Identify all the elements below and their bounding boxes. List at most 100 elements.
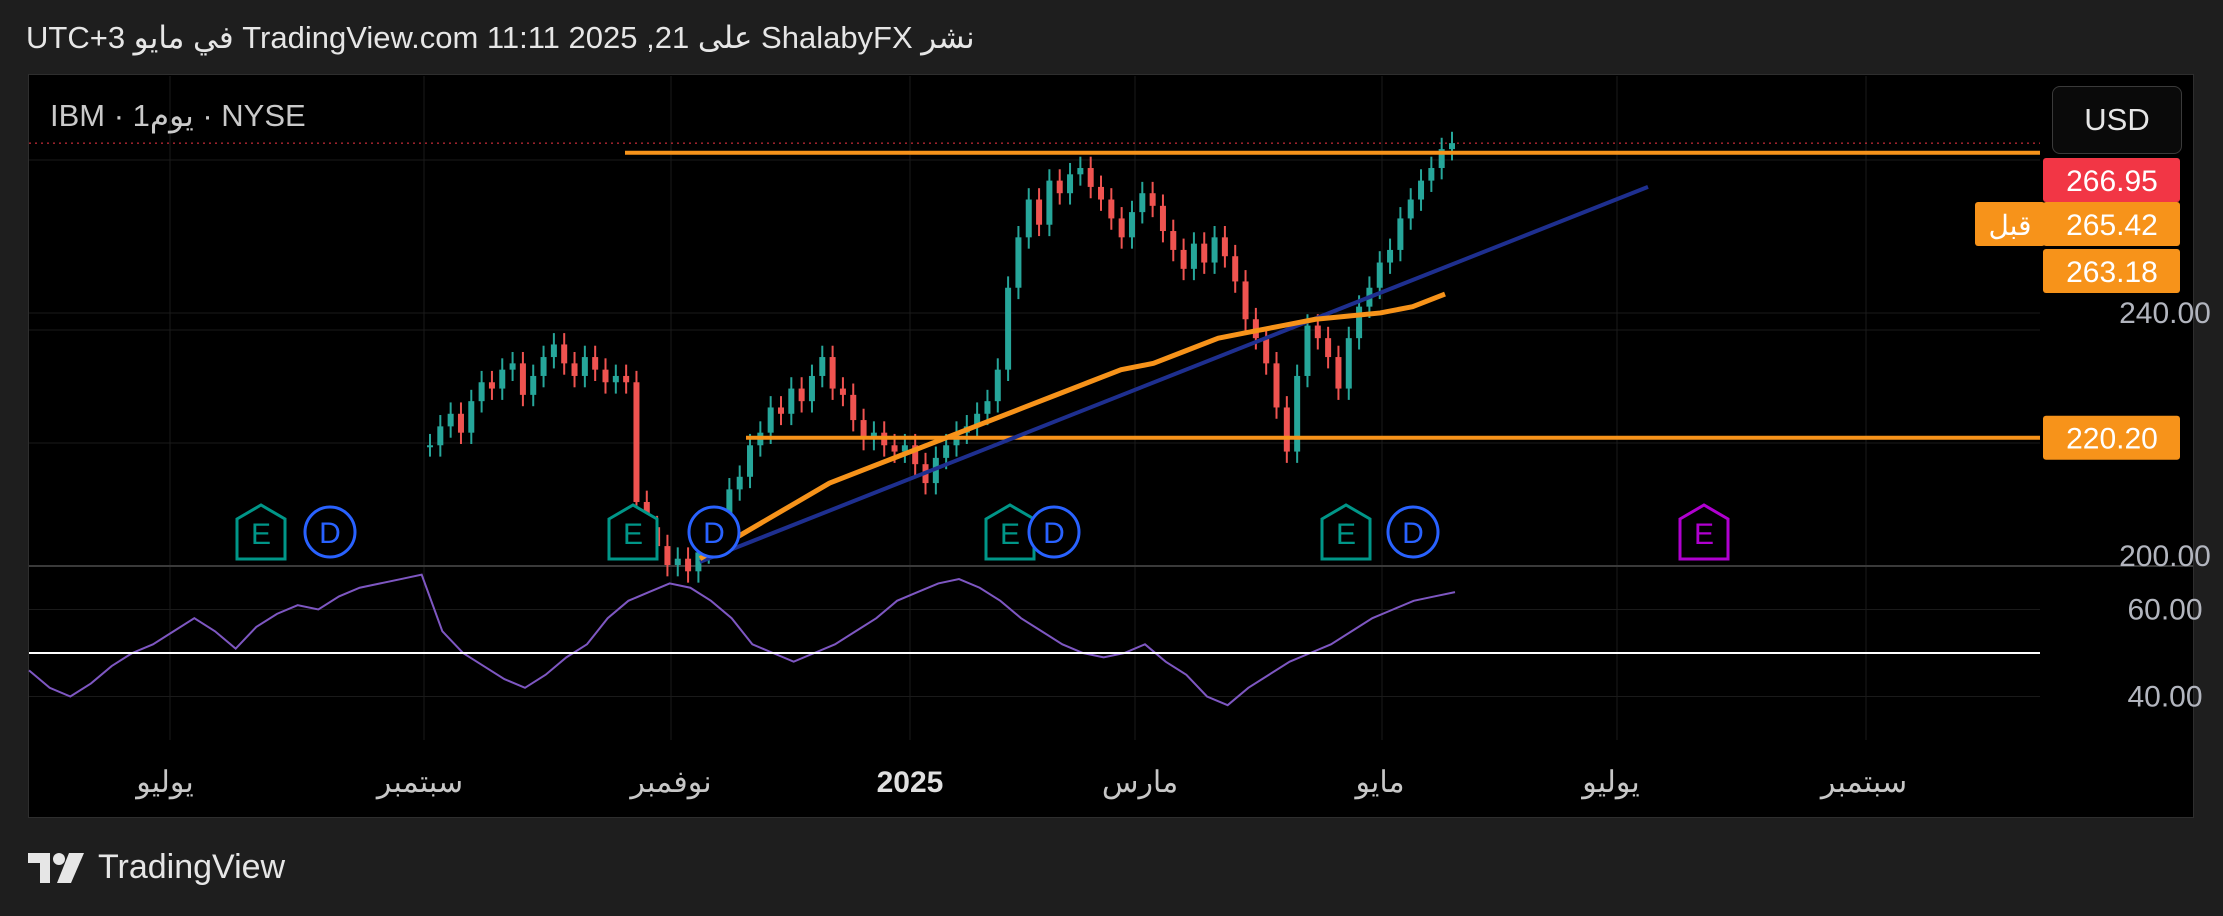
- candle-body: [1098, 186, 1105, 200]
- candle-body: [550, 344, 557, 358]
- candle-body: [1335, 357, 1342, 389]
- earnings-event-label: E: [1000, 518, 1020, 551]
- candle-body: [1046, 180, 1053, 225]
- earnings-event-label: E: [1694, 518, 1714, 551]
- dividend-event-label: D: [703, 517, 725, 550]
- candle-body: [602, 369, 609, 383]
- candle-body: [777, 407, 784, 414]
- candle-body: [561, 344, 568, 364]
- time-axis-label: مارس: [1102, 766, 1178, 800]
- candle-body: [1015, 237, 1022, 288]
- candle-body: [1263, 338, 1270, 364]
- time-axis-label: مايو: [1353, 766, 1404, 800]
- candle-body: [943, 445, 950, 458]
- rsi-axis-label: 60.00: [2127, 594, 2202, 627]
- candle-body: [1232, 256, 1239, 282]
- candlestick-chart[interactable]: E D E D E D E D E240.00200.0060.0040.00266.95265…: [0, 0, 2223, 916]
- candle-body: [581, 357, 588, 376]
- candle-body: [1139, 193, 1146, 213]
- candle-body: [1418, 180, 1425, 200]
- candle-body: [767, 407, 774, 433]
- candle-body: [571, 363, 578, 376]
- dividend-event-label: D: [319, 517, 341, 550]
- candle-body: [1449, 143, 1455, 150]
- time-axis-label: سبتمبر: [375, 766, 463, 800]
- candle-body: [437, 426, 444, 446]
- candle-body: [1159, 205, 1166, 232]
- rsi-line: [28, 573, 1456, 707]
- candle-body: [1211, 237, 1218, 263]
- candle-body: [685, 558, 692, 572]
- price-badge-tag-label: قبل: [1988, 210, 2031, 241]
- candle-body: [736, 476, 743, 490]
- tradingview-logo[interactable]: TradingView: [28, 848, 285, 887]
- candle-body: [1067, 174, 1074, 194]
- candle-body: [1087, 168, 1094, 187]
- candle-body: [1387, 249, 1394, 263]
- candle-body: [850, 394, 857, 421]
- candle-body: [664, 546, 671, 565]
- candle-body: [1025, 199, 1032, 238]
- candle-body: [540, 357, 547, 376]
- candle-body: [1005, 287, 1012, 370]
- price-badge-value: 265.42: [2066, 209, 2158, 242]
- candle-body: [1407, 199, 1414, 219]
- candle-body: [1036, 199, 1043, 225]
- candle-body: [829, 357, 836, 389]
- candle-body: [1356, 306, 1363, 339]
- candle-body: [1077, 168, 1084, 175]
- earnings-event-label: E: [623, 518, 643, 551]
- time-axis-label: سبتمبر: [1819, 766, 1907, 800]
- earnings-event-label: E: [1336, 518, 1356, 551]
- candle-body: [612, 375, 619, 383]
- candle-body: [1108, 199, 1115, 219]
- dividend-event-label: D: [1402, 517, 1424, 550]
- candle-body: [1221, 237, 1228, 257]
- candle-body: [592, 357, 599, 370]
- candle-body: [1118, 218, 1125, 238]
- candle-body: [1314, 325, 1321, 339]
- candle-body: [1149, 193, 1156, 206]
- price-axis-label: 200.00: [2119, 540, 2211, 573]
- candle-body: [478, 382, 485, 402]
- candle-body: [1397, 218, 1404, 250]
- candle-body: [519, 363, 526, 395]
- tradingview-logo-icon: [28, 852, 84, 883]
- candle-body: [891, 445, 898, 452]
- candle-body: [623, 375, 630, 383]
- earnings-event-label: E: [251, 518, 271, 551]
- candle-body: [1242, 281, 1249, 320]
- candle-body: [1345, 338, 1352, 389]
- candle-body: [1128, 212, 1135, 238]
- candle-body: [427, 445, 433, 448]
- candle-body: [1294, 375, 1301, 452]
- time-axis-label: 2025: [877, 766, 944, 799]
- candle-body: [994, 369, 1001, 402]
- candle-body: [1056, 180, 1063, 194]
- candle-body: [798, 388, 805, 402]
- candle-body: [1325, 338, 1332, 358]
- candle-body: [1283, 407, 1290, 452]
- candle-body: [1201, 243, 1208, 263]
- candle-body: [1180, 249, 1187, 269]
- price-axis-label: 240.00: [2119, 297, 2211, 330]
- currency-button[interactable]: USD: [2052, 86, 2182, 154]
- candle-body: [1190, 243, 1197, 269]
- candle-body: [633, 382, 640, 502]
- rsi-axis-label: 40.00: [2127, 681, 2202, 714]
- candle-body: [674, 558, 681, 565]
- candle-body: [488, 382, 495, 389]
- candle-body: [509, 363, 516, 370]
- candle-body: [808, 375, 815, 402]
- time-axis-label: نوفمبر: [628, 766, 711, 800]
- candle-body: [1428, 168, 1435, 181]
- candle-body: [530, 375, 537, 395]
- candle-body: [499, 369, 506, 389]
- symbol-label: IBM · 1يوم · NYSE: [50, 98, 306, 133]
- time-axis-label: يوليو: [1580, 766, 1640, 800]
- brand-name: TradingView: [98, 848, 286, 886]
- candle-body: [819, 357, 826, 376]
- candle-body: [1304, 325, 1311, 376]
- price-badge-value: 220.20: [2066, 423, 2158, 456]
- candle-body: [1273, 363, 1280, 408]
